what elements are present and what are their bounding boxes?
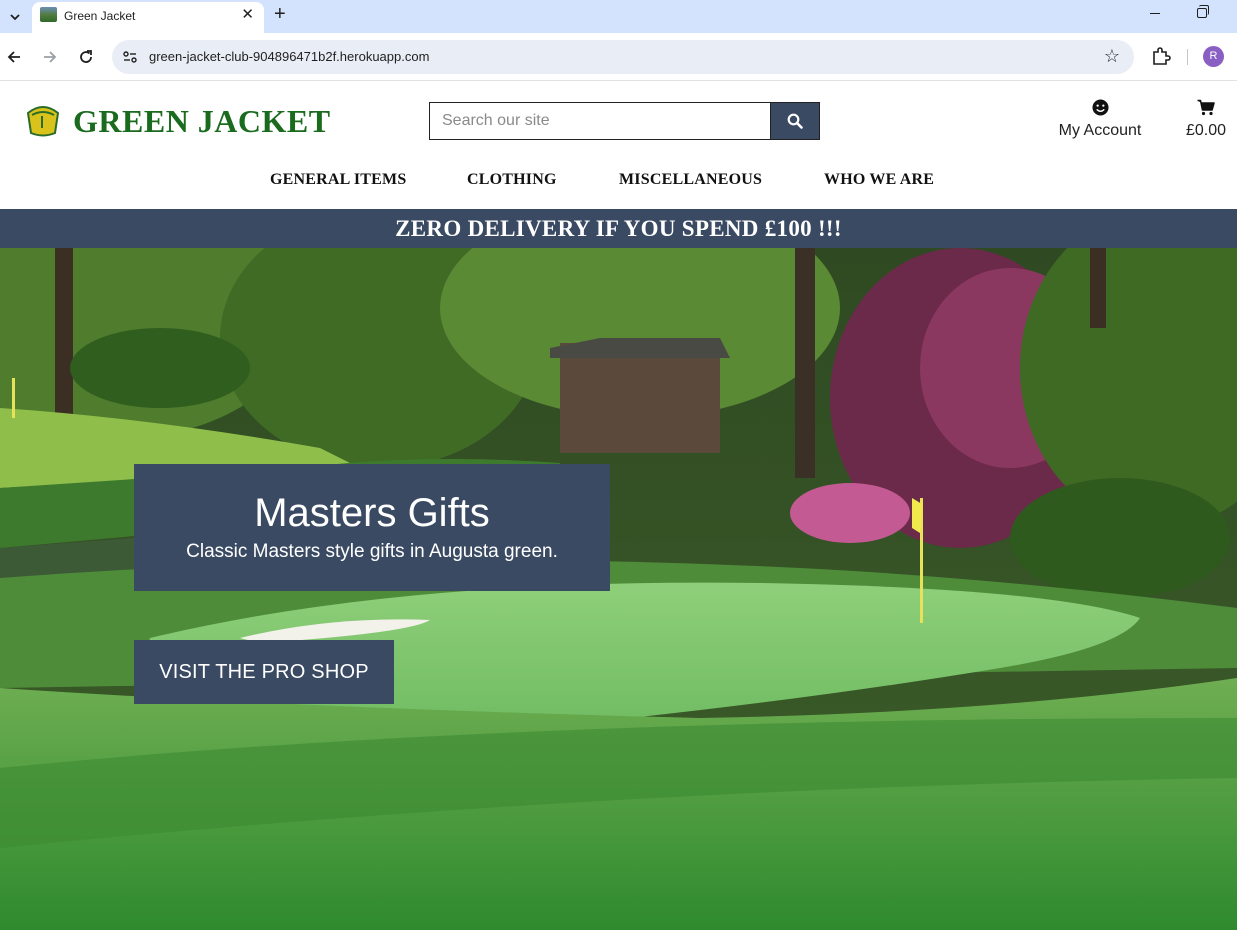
nav-general-items[interactable]: GENERAL ITEMS [270,171,406,189]
star-icon[interactable]: ☆ [1104,46,1120,67]
chevron-down-icon [10,14,20,21]
main-nav: GENERAL ITEMS CLOTHING MISCELLANEOUS WHO… [0,171,1237,193]
brand-name[interactable]: GREEN JACKET [73,103,331,139]
smiley-icon [1091,99,1109,116]
my-account-link[interactable]: My Account [1052,99,1148,140]
address-bar[interactable]: green-jacket-club-904896471b2f.herokuapp… [112,40,1134,74]
restore-icon[interactable] [1197,5,1209,18]
search-input[interactable] [429,102,771,140]
nav-miscellaneous[interactable]: MISCELLANEOUS [619,171,762,189]
hero-card: Masters Gifts Classic Masters style gift… [134,464,610,591]
toolbar-divider [1187,49,1188,65]
plus-icon[interactable]: + [274,3,286,25]
hero-subtitle: Classic Masters style gifts in Augusta g… [186,541,558,562]
reload-icon[interactable] [74,45,98,69]
url-text: green-jacket-club-904896471b2f.herokuapp… [149,49,430,64]
cart-total: £0.00 [1185,122,1227,139]
tab-search-button[interactable] [4,6,26,28]
search-button[interactable] [770,102,820,140]
hero-section: Masters Gifts Classic Masters style gift… [0,248,1237,930]
site-info-icon[interactable] [122,49,138,65]
cart-icon [1197,99,1215,116]
delivery-banner-text: ZERO DELIVERY IF YOU SPEND £100 !!! [395,216,842,241]
delivery-banner: ZERO DELIVERY IF YOU SPEND £100 !!! [0,209,1237,248]
nav-who-we-are[interactable]: WHO WE ARE [824,171,934,189]
account-label: My Account [1058,122,1142,139]
masters-logo-icon[interactable] [24,103,62,137]
close-icon[interactable]: ✕ [241,6,254,24]
back-arrow-icon[interactable] [2,45,26,69]
favicon-icon [40,7,57,22]
forward-arrow-icon[interactable] [38,45,62,69]
visit-pro-shop-button[interactable]: VISIT THE PRO SHOP [134,640,394,704]
tab-title: Green Jacket [64,9,136,23]
search-icon [787,113,803,129]
browser-tab-bar: Green Jacket ✕ + [0,0,1237,33]
site-header: GREEN JACKET My Account £0.00 GENERAL IT… [0,81,1237,209]
nav-clothing[interactable]: CLOTHING [467,171,557,189]
browser-toolbar: green-jacket-club-904896471b2f.herokuapp… [0,33,1237,81]
browser-tab[interactable]: Green Jacket ✕ [32,2,264,33]
profile-avatar[interactable]: R [1203,46,1224,67]
extensions-icon[interactable] [1150,45,1172,67]
minimize-icon[interactable] [1150,13,1160,14]
cart-link[interactable]: £0.00 [1180,99,1232,140]
hero-title: Masters Gifts [254,491,490,535]
